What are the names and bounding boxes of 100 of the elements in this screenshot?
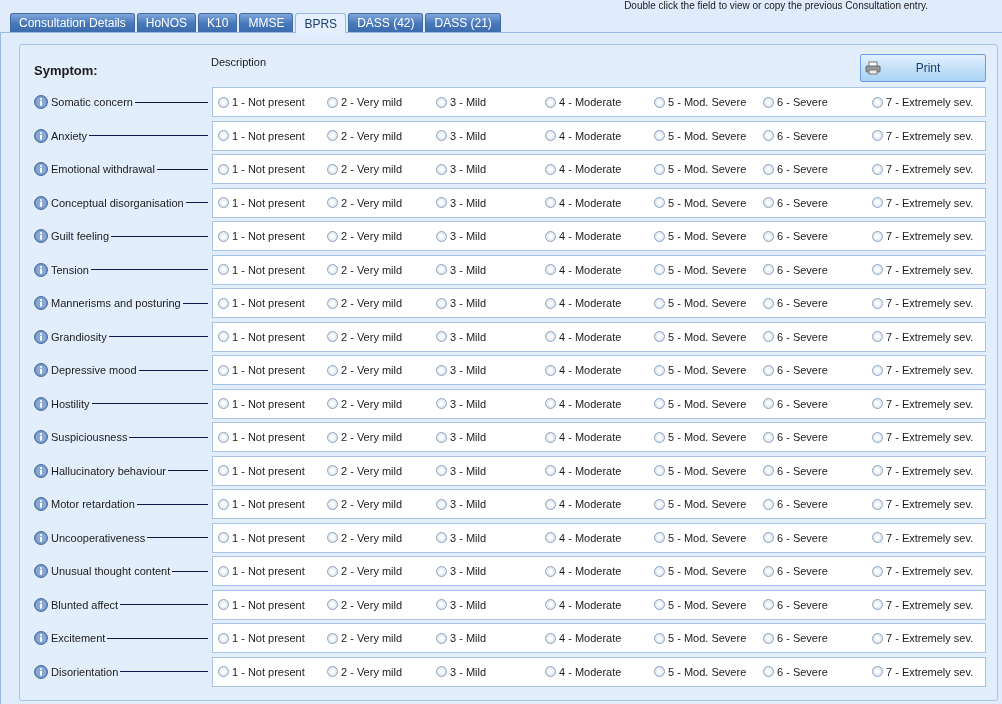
rating-option[interactable]: 5 - Mod. Severe bbox=[654, 96, 763, 108]
rating-option[interactable]: 7 - Extremely sev. bbox=[872, 531, 985, 544]
rating-option[interactable]: 1 - Not present bbox=[218, 397, 327, 410]
rating-option[interactable]: 6 - Severe bbox=[763, 230, 872, 242]
radio-icon[interactable] bbox=[545, 532, 556, 543]
radio-icon[interactable] bbox=[763, 163, 774, 175]
radio-icon[interactable] bbox=[436, 163, 447, 175]
rating-option[interactable]: 3 - Mild bbox=[436, 431, 545, 443]
rating-option[interactable]: 6 - Severe bbox=[763, 330, 872, 343]
radio-icon[interactable] bbox=[763, 498, 774, 510]
radio-icon[interactable] bbox=[872, 632, 883, 644]
radio-icon[interactable] bbox=[436, 398, 447, 409]
radio-icon[interactable] bbox=[436, 364, 447, 376]
rating-option[interactable]: 4 - Moderate bbox=[545, 96, 654, 108]
radio-icon[interactable] bbox=[218, 96, 229, 108]
rating-option[interactable]: 2 - Very mild bbox=[327, 196, 436, 209]
rating-option[interactable]: 6 - Severe bbox=[763, 464, 872, 477]
radio-icon[interactable] bbox=[545, 599, 556, 610]
rating-option[interactable]: 1 - Not present bbox=[218, 464, 327, 477]
rating-option[interactable]: 5 - Mod. Severe bbox=[654, 129, 763, 142]
radio-icon[interactable] bbox=[327, 632, 338, 644]
radio-icon[interactable] bbox=[872, 331, 883, 342]
tab[interactable]: DASS (21) bbox=[425, 13, 501, 32]
radio-icon[interactable] bbox=[327, 297, 338, 309]
radio-icon[interactable] bbox=[654, 465, 665, 476]
radio-icon[interactable] bbox=[545, 230, 556, 242]
radio-icon[interactable] bbox=[872, 498, 883, 510]
radio-icon[interactable] bbox=[218, 599, 229, 610]
radio-icon[interactable] bbox=[763, 565, 774, 577]
radio-icon[interactable] bbox=[872, 197, 883, 208]
rating-option[interactable]: 3 - Mild bbox=[436, 230, 545, 242]
radio-icon[interactable] bbox=[436, 130, 447, 141]
radio-icon[interactable] bbox=[872, 163, 883, 175]
radio-icon[interactable] bbox=[654, 431, 665, 443]
radio-icon[interactable] bbox=[327, 532, 338, 543]
radio-icon[interactable] bbox=[218, 431, 229, 443]
rating-option[interactable]: 3 - Mild bbox=[436, 598, 545, 611]
radio-icon[interactable] bbox=[218, 230, 229, 242]
radio-icon[interactable] bbox=[218, 364, 229, 376]
rating-option[interactable]: 7 - Extremely sev. bbox=[872, 632, 985, 644]
radio-icon[interactable] bbox=[436, 532, 447, 543]
radio-icon[interactable] bbox=[872, 666, 883, 677]
radio-icon[interactable] bbox=[436, 331, 447, 342]
radio-icon[interactable] bbox=[763, 264, 774, 275]
rating-option[interactable]: 5 - Mod. Severe bbox=[654, 397, 763, 410]
radio-icon[interactable] bbox=[763, 465, 774, 476]
radio-icon[interactable] bbox=[327, 197, 338, 208]
radio-icon[interactable] bbox=[545, 666, 556, 677]
rating-option[interactable]: 5 - Mod. Severe bbox=[654, 498, 763, 510]
rating-option[interactable]: 7 - Extremely sev. bbox=[872, 431, 985, 443]
radio-icon[interactable] bbox=[218, 465, 229, 476]
radio-icon[interactable] bbox=[654, 632, 665, 644]
rating-option[interactable]: 6 - Severe bbox=[763, 665, 872, 678]
radio-icon[interactable] bbox=[872, 599, 883, 610]
radio-icon[interactable] bbox=[763, 230, 774, 242]
radio-icon[interactable] bbox=[654, 297, 665, 309]
rating-option[interactable]: 1 - Not present bbox=[218, 96, 327, 108]
rating-option[interactable]: 2 - Very mild bbox=[327, 632, 436, 644]
radio-icon[interactable] bbox=[654, 264, 665, 275]
rating-option[interactable]: 3 - Mild bbox=[436, 632, 545, 644]
info-icon[interactable] bbox=[34, 296, 48, 310]
rating-option[interactable]: 5 - Mod. Severe bbox=[654, 464, 763, 477]
radio-icon[interactable] bbox=[545, 163, 556, 175]
rating-option[interactable]: 7 - Extremely sev. bbox=[872, 297, 985, 309]
radio-icon[interactable] bbox=[327, 96, 338, 108]
info-icon[interactable] bbox=[34, 463, 48, 478]
radio-icon[interactable] bbox=[436, 264, 447, 275]
radio-icon[interactable] bbox=[654, 130, 665, 141]
rating-option[interactable]: 6 - Severe bbox=[763, 163, 872, 175]
info-icon[interactable] bbox=[34, 195, 48, 210]
radio-icon[interactable] bbox=[218, 130, 229, 141]
info-icon[interactable] bbox=[34, 162, 48, 176]
tab[interactable]: Consultation Details bbox=[10, 13, 135, 32]
radio-icon[interactable] bbox=[327, 599, 338, 610]
rating-option[interactable]: 1 - Not present bbox=[218, 330, 327, 343]
rating-option[interactable]: 1 - Not present bbox=[218, 665, 327, 678]
radio-icon[interactable] bbox=[763, 532, 774, 543]
radio-icon[interactable] bbox=[436, 465, 447, 476]
info-icon[interactable] bbox=[34, 95, 48, 109]
radio-icon[interactable] bbox=[436, 431, 447, 443]
tab[interactable]: MMSE bbox=[239, 13, 294, 32]
radio-icon[interactable] bbox=[654, 532, 665, 543]
radio-icon[interactable] bbox=[654, 197, 665, 208]
rating-option[interactable]: 4 - Moderate bbox=[545, 665, 654, 678]
radio-icon[interactable] bbox=[545, 130, 556, 141]
rating-option[interactable]: 2 - Very mild bbox=[327, 163, 436, 175]
radio-icon[interactable] bbox=[545, 297, 556, 309]
rating-option[interactable]: 7 - Extremely sev. bbox=[872, 498, 985, 510]
info-icon[interactable] bbox=[34, 430, 48, 444]
radio-icon[interactable] bbox=[545, 96, 556, 108]
rating-option[interactable]: 2 - Very mild bbox=[327, 330, 436, 343]
radio-icon[interactable] bbox=[545, 398, 556, 409]
radio-icon[interactable] bbox=[327, 130, 338, 141]
radio-icon[interactable] bbox=[218, 532, 229, 543]
rating-option[interactable]: 1 - Not present bbox=[218, 297, 327, 309]
rating-option[interactable]: 5 - Mod. Severe bbox=[654, 196, 763, 209]
rating-option[interactable]: 2 - Very mild bbox=[327, 364, 436, 376]
radio-icon[interactable] bbox=[436, 632, 447, 644]
rating-option[interactable]: 6 - Severe bbox=[763, 129, 872, 142]
radio-icon[interactable] bbox=[763, 632, 774, 644]
